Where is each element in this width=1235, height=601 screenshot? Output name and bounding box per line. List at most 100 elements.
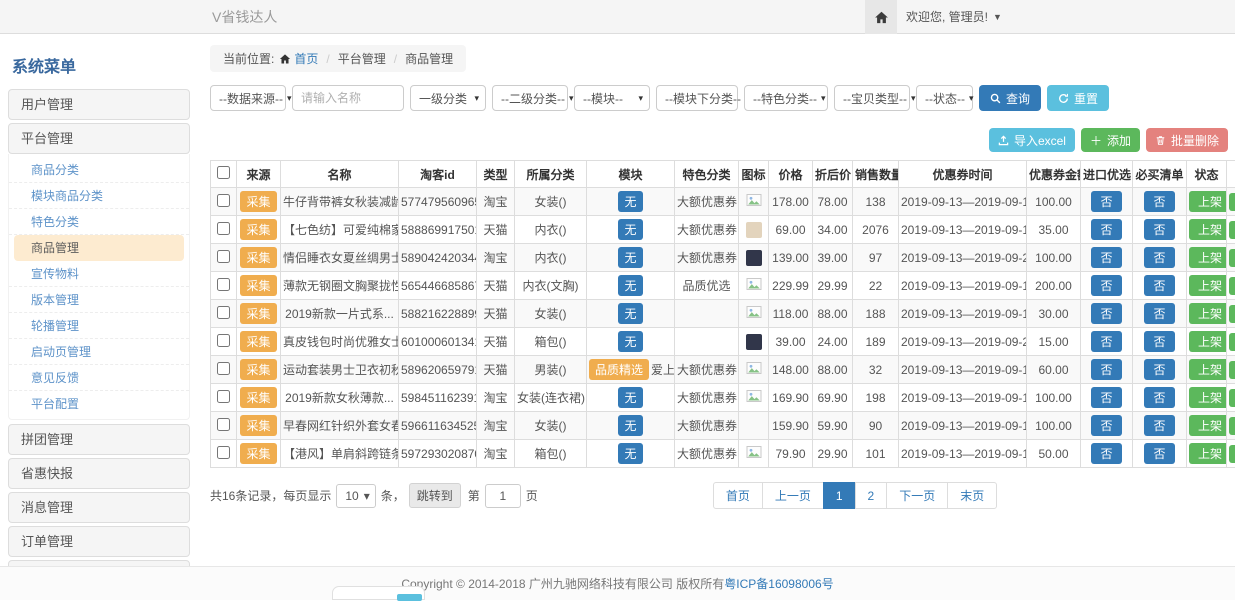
reset-button[interactable]: 重置 (1047, 85, 1109, 111)
row-checkbox[interactable] (217, 306, 230, 319)
filter-select-feature-category[interactable]: --特色分类--▾ (744, 85, 828, 111)
batch-delete-button[interactable]: 批量删除 (1146, 128, 1228, 152)
row-checkbox[interactable] (217, 222, 230, 235)
icp-link[interactable]: 粤ICP备16098006号 (724, 577, 833, 591)
pagination-page-2[interactable]: 2 (855, 482, 888, 509)
filter-select-item-type[interactable]: --宝贝类型--▾ (834, 85, 910, 111)
cell-category: 女装(连衣裙) (515, 384, 587, 412)
pagination-page-1[interactable]: 1 (823, 482, 856, 509)
search-button[interactable]: 查询 (979, 85, 1041, 111)
must-buy-toggle-button[interactable]: 否 (1144, 359, 1174, 380)
home-button[interactable] (865, 0, 897, 34)
filter-select-status[interactable]: --状态--▾ (916, 85, 973, 111)
edit-button[interactable] (1229, 193, 1235, 211)
row-checkbox[interactable] (217, 362, 230, 375)
sidebar-item-promo-material[interactable]: 宣传物料 (9, 261, 189, 287)
select-all-checkbox[interactable] (217, 166, 230, 179)
status-button[interactable]: 上架 (1189, 191, 1227, 212)
row-checkbox[interactable] (217, 390, 230, 403)
imported-toggle-button[interactable]: 否 (1091, 387, 1121, 408)
edit-button[interactable] (1229, 361, 1235, 379)
pagination-next[interactable]: 下一页 (886, 482, 948, 509)
edit-button[interactable] (1229, 333, 1235, 351)
status-button[interactable]: 上架 (1189, 387, 1227, 408)
column-header-coupon_time: 优惠券时间 (899, 161, 1027, 188)
sidebar-group-groupbuy-manage[interactable]: 拼团管理 (8, 424, 190, 455)
imported-toggle-button[interactable]: 否 (1091, 443, 1121, 464)
sidebar-item-version-manage[interactable]: 版本管理 (9, 287, 189, 313)
status-button[interactable]: 上架 (1189, 247, 1227, 268)
edit-button[interactable] (1229, 249, 1235, 267)
status-button[interactable]: 上架 (1189, 331, 1227, 352)
add-button[interactable]: ＋ 添加 (1081, 128, 1140, 152)
sidebar-group-user-manage[interactable]: 用户管理 (8, 89, 190, 120)
sidebar-item-goods-manage[interactable]: 商品管理 (14, 235, 184, 261)
sidebar-group-platform-manage[interactable]: 平台管理 (8, 123, 190, 154)
must-buy-toggle-button[interactable]: 否 (1144, 387, 1174, 408)
pagination-last[interactable]: 末页 (947, 482, 997, 509)
must-buy-toggle-button[interactable]: 否 (1144, 415, 1174, 436)
jump-button[interactable]: 跳转到 (409, 483, 461, 508)
imported-toggle-button[interactable]: 否 (1091, 415, 1121, 436)
filter-select-module-sub-category[interactable]: --模块下分类--▾ (656, 85, 738, 111)
filter-select-level2-category[interactable]: --二级分类--▾ (492, 85, 568, 111)
imported-toggle-button[interactable]: 否 (1091, 247, 1121, 268)
page-number-input[interactable] (485, 484, 521, 508)
sidebar-item-carousel-manage[interactable]: 轮播管理 (9, 313, 189, 339)
sidebar-group-order-manage[interactable]: 订单管理 (8, 526, 190, 557)
status-button[interactable]: 上架 (1189, 275, 1227, 296)
imported-toggle-button[interactable]: 否 (1091, 331, 1121, 352)
edit-button[interactable] (1229, 445, 1235, 463)
row-checkbox[interactable] (217, 418, 230, 431)
imported-toggle-button[interactable]: 否 (1091, 303, 1121, 324)
status-button[interactable]: 上架 (1189, 219, 1227, 240)
edit-button[interactable] (1229, 417, 1235, 435)
filter-select-module[interactable]: --模块--▾ (574, 85, 650, 111)
must-buy-toggle-button[interactable]: 否 (1144, 275, 1174, 296)
sidebar-item-feedback[interactable]: 意见反馈 (9, 365, 189, 391)
cell-coupon_time: 2019-09-13—2019-09-17 (899, 412, 1027, 440)
imported-toggle-button[interactable]: 否 (1091, 191, 1121, 212)
cell-discount_price: 29.90 (813, 440, 853, 468)
must-buy-toggle-button[interactable]: 否 (1144, 443, 1174, 464)
breadcrumb-home-link[interactable]: 首页 (279, 50, 318, 67)
page-word-after: 页 (526, 487, 538, 504)
must-buy-toggle-button[interactable]: 否 (1144, 303, 1174, 324)
user-menu[interactable]: 欢迎您, 管理员! ▼ (906, 0, 1002, 34)
sidebar-group-express-news[interactable]: 省惠快报 (8, 458, 190, 489)
pagination-prev[interactable]: 上一页 (762, 482, 824, 509)
imported-toggle-button[interactable]: 否 (1091, 359, 1121, 380)
filter-input-name[interactable] (292, 85, 404, 111)
sidebar-group-message-manage[interactable]: 消息管理 (8, 492, 190, 523)
status-button[interactable]: 上架 (1189, 415, 1227, 436)
status-button[interactable]: 上架 (1189, 359, 1227, 380)
must-buy-toggle-button[interactable]: 否 (1144, 219, 1174, 240)
sidebar-item-splash-manage[interactable]: 启动页管理 (9, 339, 189, 365)
imported-toggle-button[interactable]: 否 (1091, 219, 1121, 240)
row-checkbox[interactable] (217, 334, 230, 347)
status-button[interactable]: 上架 (1189, 443, 1227, 464)
sidebar-item-goods-category[interactable]: 商品分类 (9, 157, 189, 183)
filter-select-data-source[interactable]: --数据来源--▾ (210, 85, 286, 111)
must-buy-toggle-button[interactable]: 否 (1144, 331, 1174, 352)
filter-select-level1-category[interactable]: 一级分类▾ (410, 85, 486, 111)
import-excel-button[interactable]: 导入excel (989, 128, 1075, 152)
edit-button[interactable] (1229, 389, 1235, 407)
must-buy-toggle-button[interactable]: 否 (1144, 191, 1174, 212)
status-button[interactable]: 上架 (1189, 303, 1227, 324)
must-buy-toggle-button[interactable]: 否 (1144, 247, 1174, 268)
row-checkbox[interactable] (217, 194, 230, 207)
sidebar-item-platform-config[interactable]: 平台配置 (9, 391, 189, 417)
cell-sales: 32 (853, 356, 899, 384)
sidebar-item-module-goods-category[interactable]: 模块商品分类 (9, 183, 189, 209)
page-size-select[interactable]: 10 ▾ (336, 484, 375, 508)
row-checkbox[interactable] (217, 446, 230, 459)
edit-button[interactable] (1229, 305, 1235, 323)
pagination-first[interactable]: 首页 (713, 482, 763, 509)
edit-button[interactable] (1229, 221, 1235, 239)
sidebar-item-feature-category[interactable]: 特色分类 (9, 209, 189, 235)
imported-toggle-button[interactable]: 否 (1091, 275, 1121, 296)
edit-button[interactable] (1229, 277, 1235, 295)
row-checkbox[interactable] (217, 250, 230, 263)
row-checkbox[interactable] (217, 278, 230, 291)
